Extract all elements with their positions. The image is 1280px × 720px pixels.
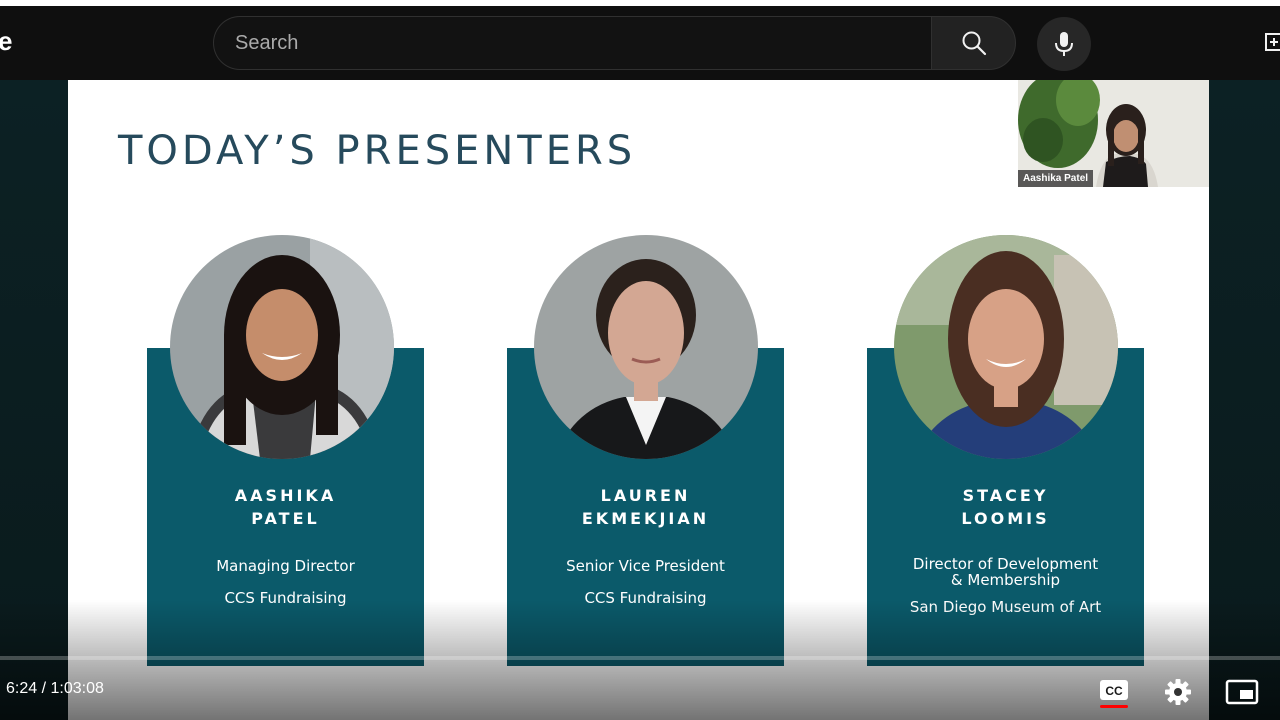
create-icon [1265,33,1280,51]
gear-icon [1165,679,1191,705]
miniplayer-icon [1225,679,1259,705]
presenter-name-1: AASHIKA PATEL [147,484,424,530]
presenter-photo-2 [534,235,758,459]
presenter-first-name-2: LAUREN [600,486,691,505]
presenter-org-2: CCS Fundraising [584,589,707,607]
miniplayer-button[interactable] [1222,672,1262,712]
masthead: e [0,0,1280,80]
cc-icon: CC [1100,680,1128,708]
presenter-org-1: CCS Fundraising [224,589,347,607]
slide-title: TODAY’S PRESENTERS [118,128,637,174]
presenter-title-2: Senior Vice President [566,557,725,575]
presentation-slide: TODAY’S PRESENTERS Aashika Patel AASHIKA… [68,80,1209,720]
presenter-portrait-2 [534,235,758,459]
presenter-first-name-1: AASHIKA [234,486,337,505]
search-box[interactable] [213,16,932,70]
microphone-icon [1055,32,1073,56]
presenter-last-name-3: LOOMIS [961,509,1050,528]
progress-bar[interactable] [0,656,1280,660]
create-button[interactable] [1262,30,1280,54]
presenter-name-2: LAUREN EKMEKJIAN [507,484,784,530]
logo-fragment[interactable]: e [0,26,13,57]
settings-button[interactable] [1158,672,1198,712]
svg-text:CC: CC [1105,684,1123,698]
time-display: 6:24 / 1:03:08 [6,680,104,697]
webcam-thumbnail: Aashika Patel [1018,80,1209,187]
subtitles-button[interactable]: CC [1094,672,1134,712]
presenter-last-name-1: PATEL [251,509,320,528]
search-input[interactable] [235,17,915,69]
voice-search-button[interactable] [1037,17,1091,71]
presenter-photo-1 [170,235,394,459]
presenter-photo-3 [894,235,1118,459]
presenter-portrait-3 [894,235,1118,459]
presenter-title-1: Managing Director [216,557,355,575]
presenter-org-3: San Diego Museum of Art [909,598,1102,616]
webcam-name-label: Aashika Patel [1018,170,1094,187]
presenter-portrait-1 [170,235,394,459]
presenter-title-3-line-2: & Membership [950,571,1061,589]
presenter-last-name-2: EKMEKJIAN [581,509,710,528]
presenter-first-name-3: STACEY [962,486,1049,505]
presenter-name-3: STACEY LOOMIS [867,484,1144,530]
top-strip [0,0,1280,6]
search-button[interactable] [931,16,1016,70]
search-icon [962,31,986,56]
